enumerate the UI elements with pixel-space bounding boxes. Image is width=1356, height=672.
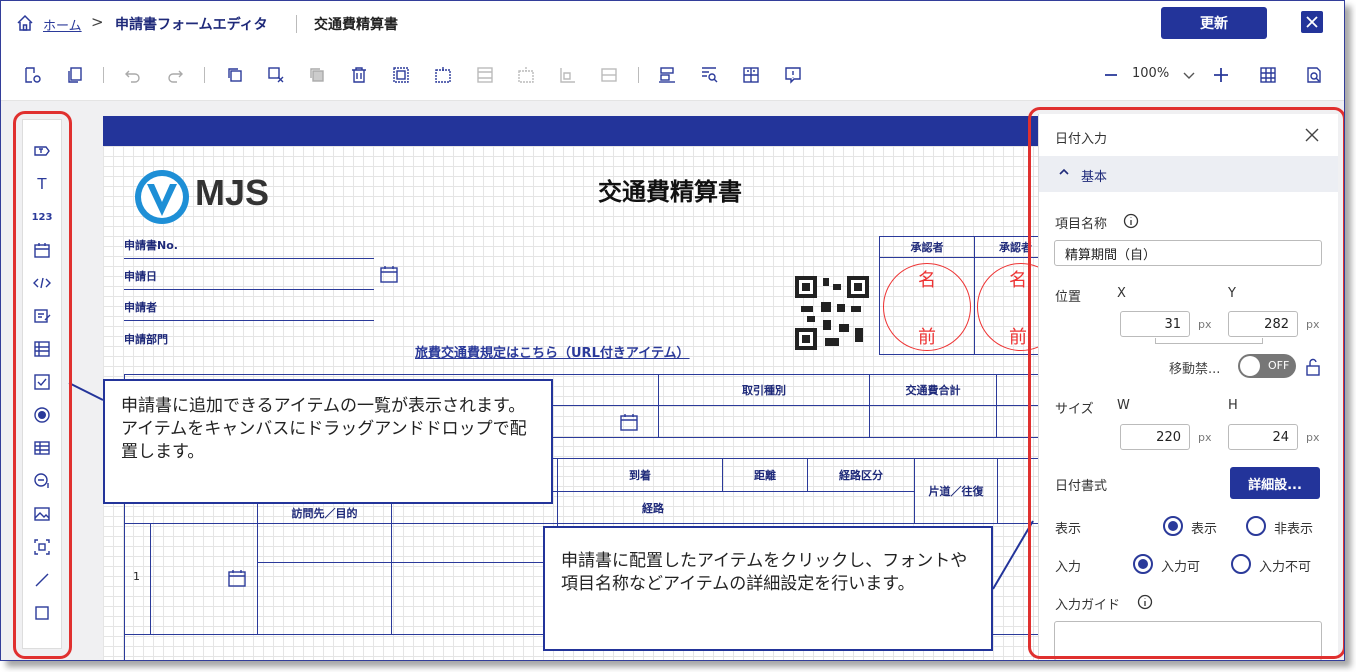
editor-window: ホーム > 申請書フォームエディタ 交通費精算書 更新 100% T 123 M…: [0, 0, 1345, 661]
callout-palette: 申請書に追加できるアイテムの一覧が表示されます。アイテムをキャンバスにドラッグア…: [103, 379, 553, 504]
callout-connector-right: [992, 520, 1034, 590]
callout-connector-left: [68, 382, 104, 401]
palette-highlight: [13, 111, 72, 659]
properties-highlight: [1028, 107, 1344, 659]
callout-properties: 申請書に配置したアイテムをクリックし、フォントや項目名称などアイテムの詳細設定を…: [543, 526, 993, 651]
